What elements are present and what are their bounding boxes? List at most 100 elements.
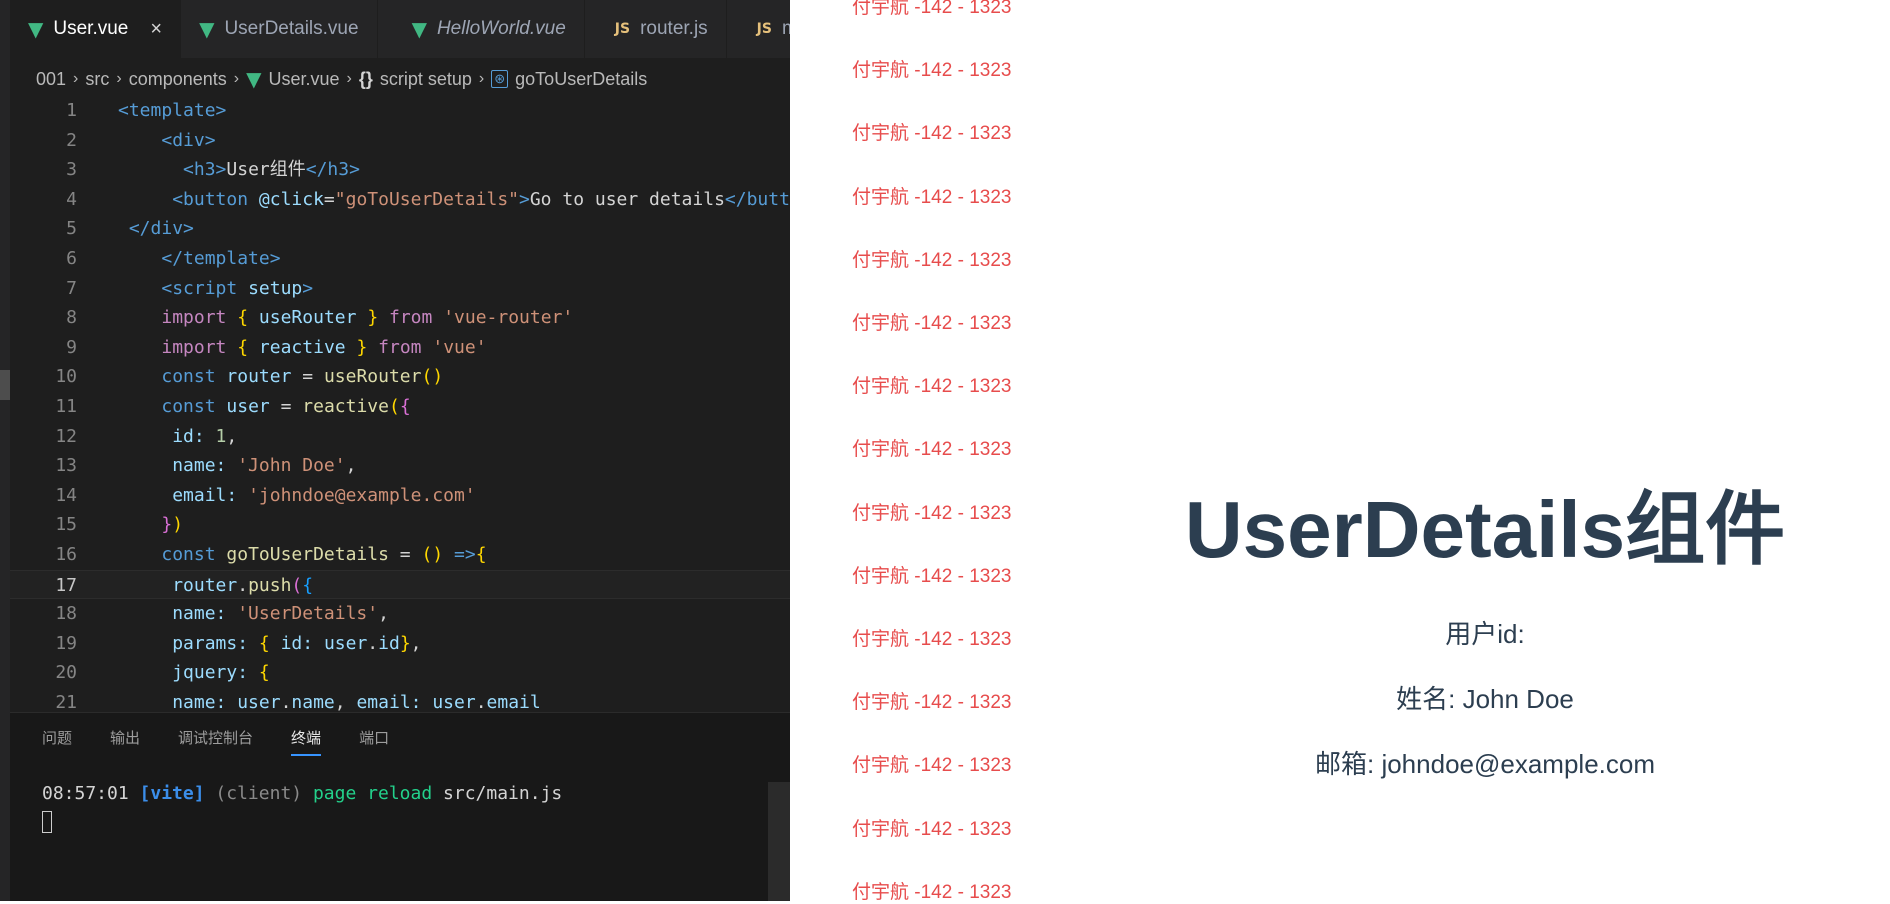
code-line: 4 <button @click="goToUserDetails">Go to…: [10, 185, 790, 215]
code-token: </h3>: [305, 159, 360, 181]
chevron-right-icon: ›: [346, 70, 352, 87]
code-text: }): [118, 510, 183, 540]
terminal-cursor: [42, 811, 52, 833]
tab-label: router.js: [640, 18, 708, 39]
chevron-right-icon: ›: [233, 70, 240, 87]
code-line: 8 import { useRouter } from 'vue-router': [10, 303, 790, 333]
line-number: 11: [55, 395, 77, 417]
line-number: 1: [66, 100, 77, 121]
code-line: 1 <template>: [10, 96, 790, 126]
code-token: params:: [172, 632, 249, 654]
line-number: 9: [66, 336, 77, 358]
code-token: import: [161, 336, 227, 358]
code-token: }: [356, 336, 368, 358]
code-line-current: 17 router.push({: [10, 569, 790, 601]
breadcrumb-item[interactable]: User.vue: [268, 69, 339, 90]
code-token: 'UserDetails': [237, 603, 379, 625]
editor-tab-bar: ▼ User.vue × ▼ UserDetails.vue ▼ HelloWo…: [10, 0, 790, 58]
tab-router-js[interactable]: JS router.js: [585, 0, 727, 58]
watermark-text: 付宇航 -142 - 1323: [852, 629, 1012, 650]
watermark-text: 付宇航 -142 - 1323: [852, 565, 1012, 587]
code-line: 10 const router = useRouter(): [10, 362, 790, 392]
code-token: >: [519, 188, 530, 210]
terminal-message: page reload: [312, 783, 433, 804]
breadcrumb-item[interactable]: 001: [36, 69, 66, 90]
watermark-text: 付宇航 -142 - 1323: [852, 502, 1012, 524]
code-line: 5 </div>: [10, 214, 790, 244]
code-token: email:: [172, 484, 238, 506]
watermark-text: 付宇航 -142 - 1323: [852, 249, 1012, 271]
js-file-icon: JS: [756, 21, 772, 37]
code-token: <div>: [161, 129, 216, 151]
code-text: email: 'johndoe@example.com': [118, 481, 476, 511]
line-number: 7: [66, 277, 77, 299]
tab-label: User.vue: [53, 18, 129, 39]
code-text: router.push({: [118, 571, 313, 601]
code-token: from: [389, 307, 433, 329]
code-token: .: [367, 632, 379, 654]
tab-helloworld-vue[interactable]: ▼ HelloWorld.vue: [378, 0, 585, 58]
activity-strip: [0, 0, 10, 901]
code-line: 6 </template>: [10, 244, 790, 274]
code-token: useRouter: [258, 307, 357, 329]
code-token: </button>: [724, 188, 790, 210]
line-number: 3: [66, 159, 77, 181]
code-token: useRouter: [323, 366, 422, 388]
vue-file-icon: ▼: [199, 17, 215, 41]
code-token: {: [237, 307, 249, 329]
code-line: 14 email: 'johndoe@example.com': [10, 481, 790, 511]
code-token: >: [302, 277, 314, 299]
code-token: user: [323, 632, 368, 654]
code-token: name:: [172, 691, 227, 713]
tab-problems[interactable]: 问题: [42, 727, 72, 756]
code-editor[interactable]: ▼ User.vue × ▼ UserDetails.vue ▼ HelloWo…: [0, 0, 790, 901]
line-number: 10: [55, 366, 77, 388]
line-number: 6: [66, 247, 77, 269]
code-line: 20 jquery: {: [10, 658, 790, 688]
panel-scrollbar[interactable]: [768, 782, 790, 901]
line-number: 16: [55, 543, 77, 565]
code-token: (: [291, 574, 303, 596]
code-token: 'johndoe@example.com': [248, 484, 476, 506]
code-token: reactive: [302, 395, 389, 417]
tab-user-vue[interactable]: ▼ User.vue ×: [10, 0, 182, 58]
breadcrumb-item[interactable]: src: [85, 69, 109, 90]
breadcrumb-item[interactable]: goToUserDetails: [515, 69, 647, 90]
breadcrumb-item[interactable]: script setup: [380, 69, 472, 90]
code-text: params: { id: user.id},: [172, 632, 422, 654]
terminal-output[interactable]: 08:57:01 [vite] (client) page reload src…: [42, 783, 562, 804]
close-icon[interactable]: ×: [150, 18, 162, 41]
code-token: Go to user details: [529, 188, 725, 210]
watermark-text: 付宇航 -142 - 1323: [852, 60, 1012, 82]
code-token: router: [226, 366, 292, 388]
code-token: "goToUserDetails": [334, 188, 519, 210]
tab-userdetails-vue[interactable]: ▼ UserDetails.vue: [181, 0, 378, 58]
code-text: id: 1,: [172, 425, 238, 447]
code-line: 19 params: { id: user.id},: [10, 629, 790, 659]
tab-terminal[interactable]: 终端: [291, 727, 322, 756]
code-token: =: [323, 188, 335, 210]
vue-file-icon: ▼: [246, 67, 262, 91]
code-token: {: [258, 632, 270, 654]
tab-debug-console[interactable]: 调试控制台: [178, 727, 253, 756]
tab-output[interactable]: 输出: [110, 727, 140, 756]
chevron-right-icon: ›: [116, 70, 122, 87]
line-number: 8: [66, 307, 77, 329]
tab-main-js[interactable]: JS main.js: [727, 0, 790, 58]
code-area[interactable]: 1 <template> 2 <div> 3 <h3>User组件</h3> 4 …: [10, 96, 790, 717]
tab-label: main.js: [781, 18, 790, 39]
breadcrumb-item[interactable]: components: [129, 69, 227, 90]
code-line: 3 <h3>User组件</h3>: [10, 155, 790, 185]
code-token: user: [237, 691, 281, 713]
code-token: const: [161, 366, 216, 388]
line-number: 12: [55, 425, 77, 447]
terminal-source: (client): [215, 783, 303, 804]
code-token: <h3>: [183, 159, 227, 181]
tab-ports[interactable]: 端口: [359, 727, 389, 756]
scroll-marker: [0, 370, 10, 400]
code-token: 1: [215, 425, 227, 447]
code-token: <button: [172, 188, 249, 210]
code-text: const router = useRouter(): [118, 362, 443, 392]
terminal-time: 08:57:01: [42, 783, 129, 804]
code-token: 'vue-router': [443, 307, 574, 329]
